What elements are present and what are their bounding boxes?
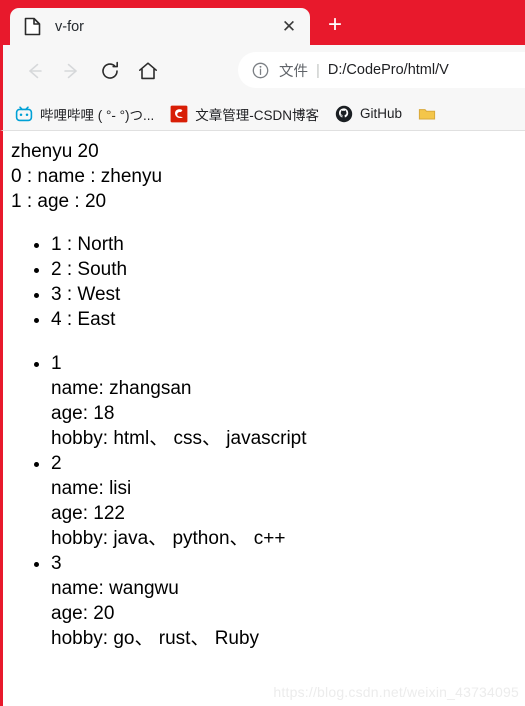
record-name: name: wangwu	[51, 578, 179, 600]
record-age: age: 20	[51, 603, 115, 625]
bookmarks-bar: 哔哩哔哩 ( °- °)つ... 文章管理-CSDN博客 GitHub	[0, 97, 525, 131]
page-viewport: zhenyu 20 0 : name : zhenyu 1 : age : 20…	[0, 131, 525, 706]
reload-icon	[102, 61, 118, 79]
bookmark-csdn[interactable]: 文章管理-CSDN博客	[170, 104, 319, 124]
bookmark-bilibili[interactable]: 哔哩哔哩 ( °- °)つ...	[15, 104, 154, 124]
record-name: name: zhangsan	[51, 377, 192, 399]
record-age: age: 122	[51, 503, 125, 525]
page-icon	[24, 17, 41, 36]
address-scheme-label: 文件	[279, 63, 308, 80]
bookmark-label: 哔哩哔哩 ( °- °)つ...	[40, 107, 155, 123]
record-hobby: hobby: java、 python、 c++	[51, 528, 286, 550]
info-circle-icon[interactable]	[252, 62, 269, 79]
arrow-left-icon	[29, 63, 42, 79]
record-age: age: 18	[51, 402, 115, 424]
back-button[interactable]	[15, 52, 53, 90]
github-icon	[335, 105, 353, 122]
page-content: zhenyu 20 0 : name : zhenyu 1 : age : 20…	[3, 131, 525, 651]
home-button[interactable]	[129, 52, 167, 90]
close-icon[interactable]: ✕	[278, 16, 300, 38]
list-item: 1 : North	[51, 232, 517, 257]
address-url-text: D:/CodePro/html/V	[327, 62, 449, 78]
record-name: name: lisi	[51, 477, 132, 499]
arrow-right-icon	[64, 63, 77, 79]
browser-window: v-for ✕ + 文件 | D:/CodePro/html/V 哔哩哔哩 (…	[0, 0, 525, 706]
tab-title: v-for	[55, 18, 84, 35]
csdn-icon	[170, 105, 188, 122]
folder-icon	[418, 108, 436, 119]
text-line: 1 : age : 20	[11, 191, 107, 213]
list-item: 2 name: lisi age: 122 hobby: java、 pytho…	[51, 451, 517, 551]
record-hobby: hobby: html、 css、 javascript	[51, 427, 307, 449]
watermark: https://blog.csdn.net/weixin_43734095	[273, 684, 519, 700]
reload-button[interactable]	[91, 52, 129, 90]
list-item: 2 : South	[51, 257, 517, 282]
new-tab-button[interactable]: +	[318, 8, 352, 42]
record-index: 3	[51, 553, 62, 575]
list-item: 4 : East	[51, 307, 517, 332]
bookmark-folder[interactable]	[418, 105, 443, 123]
bilibili-icon	[15, 105, 33, 121]
direction-list: 1 : North 2 : South 3 : West 4 : East	[11, 232, 517, 332]
list-item: 3 : West	[51, 282, 517, 307]
text-line: zhenyu 20	[11, 141, 99, 162]
address-bar[interactable]: 文件 | D:/CodePro/html/V	[238, 52, 525, 88]
address-separator: |	[316, 61, 320, 79]
home-icon	[139, 62, 157, 80]
record-hobby: hobby: go、 rust、 Ruby	[51, 628, 260, 650]
person-list: 1 name: zhangsan age: 18 hobby: html、 cs…	[11, 351, 517, 652]
bookmark-label: GitHub	[360, 106, 403, 121]
bookmark-github[interactable]: GitHub	[335, 105, 402, 123]
browser-toolbar: 文件 | D:/CodePro/html/V	[0, 45, 525, 97]
record-index: 1	[51, 352, 62, 374]
record-index: 2	[51, 452, 62, 474]
list-item: 1 name: zhangsan age: 18 hobby: html、 cs…	[51, 351, 517, 451]
tab-v-for[interactable]: v-for ✕	[10, 8, 310, 45]
tab-strip: v-for ✕ +	[0, 0, 525, 45]
forward-button[interactable]	[53, 52, 91, 90]
list-item: 3 name: wangwu age: 20 hobby: go、 rust、 …	[51, 551, 517, 651]
bookmark-label: 文章管理-CSDN博客	[195, 107, 320, 123]
text-line: 0 : name : zhenyu	[11, 166, 163, 188]
